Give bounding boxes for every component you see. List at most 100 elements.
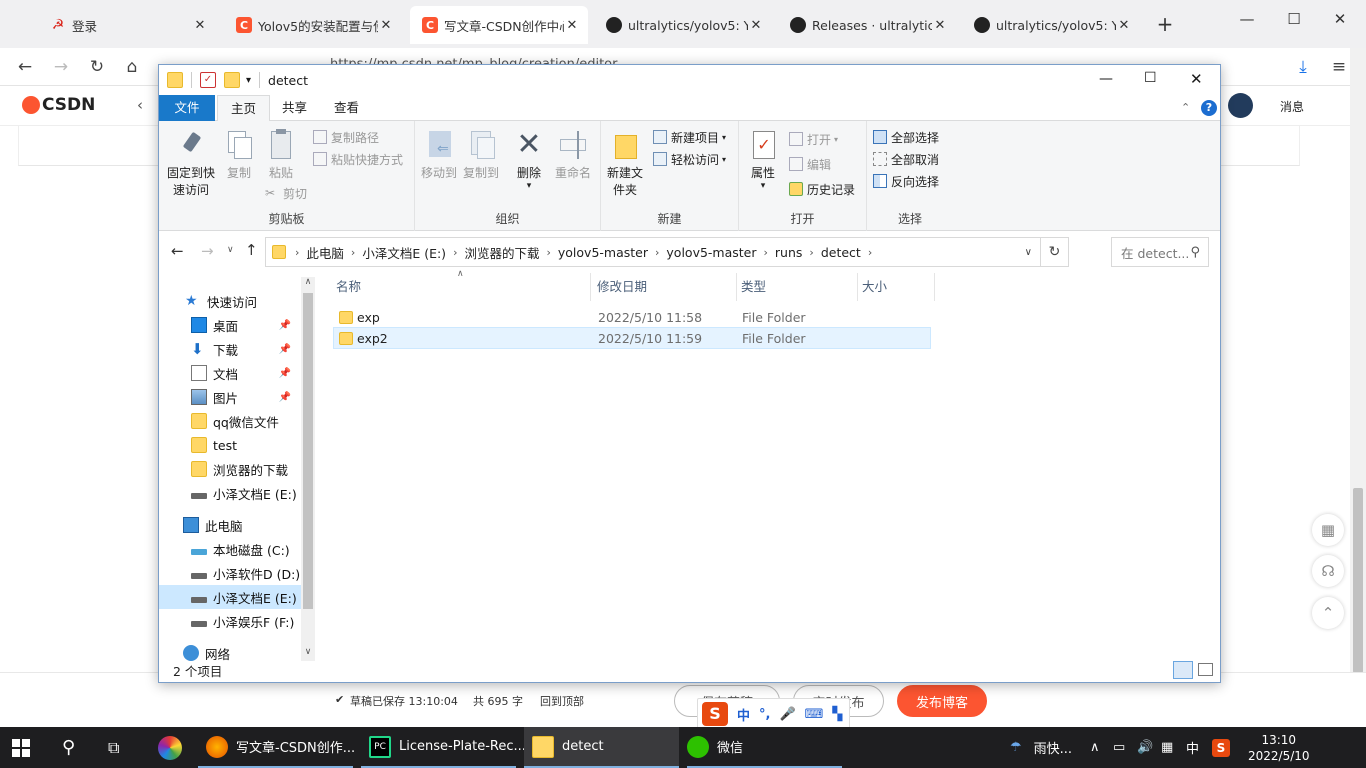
scroll-up-icon[interactable]: ∧ [301,277,315,291]
nav-item-folder[interactable]: 浏览器的下载 [191,457,288,481]
copy-to-button[interactable]: 复制到 [461,129,501,182]
collapse-icon[interactable]: ‹ [137,96,143,114]
ime-mode[interactable]: 中 [737,705,750,724]
nav-item-drive[interactable]: 小泽文档E (E:) [191,481,297,505]
close-tab-icon[interactable]: ✕ [932,18,948,33]
history-button[interactable]: 历史记录 [789,179,855,199]
taskbar-pycharm[interactable]: PC License-Plate-Rec... [361,727,526,768]
properties-button[interactable]: ✓ 属性 ▾ [745,129,781,191]
easy-access-button[interactable]: 轻松访问 ▾ [653,149,726,169]
new-tab-button[interactable]: + [1150,12,1180,36]
ime-indicator[interactable]: 中 [1186,727,1199,768]
maximize-icon[interactable]: ☐ [1279,10,1309,28]
copy-button[interactable]: 复制 [221,129,257,182]
taskbar-firefox[interactable]: 写文章-CSDN创作... [198,727,355,768]
publish-button[interactable]: 发布博客 [897,685,987,717]
browser-tab[interactable]: C Yolov5的安装配置与使用 ✕ [224,6,402,44]
breadcrumb-item[interactable]: yolov5-master [558,245,648,260]
paste-shortcut-button[interactable]: 粘贴快捷方式 [313,149,403,169]
battery-icon[interactable]: ▭ [1113,727,1125,768]
home-icon[interactable]: ⌂ [119,54,145,80]
tab-file[interactable]: 文件 [159,95,215,121]
reload-icon[interactable]: ↻ [84,54,110,80]
search-input[interactable]: 在 detect... [1121,243,1189,262]
browser-tab[interactable]: ultralytics/yolov5: YOLO ✕ [594,6,772,44]
refresh-icon[interactable]: ↻ [1040,238,1068,266]
start-button[interactable] [12,727,30,768]
address-dropdown-icon[interactable]: ∨ [1025,247,1032,258]
column-header-date[interactable]: 修改日期 [594,273,737,301]
breadcrumb-item[interactable]: 小泽文档E (E:) [362,243,446,262]
nav-item-drive[interactable]: 小泽娱乐F (F:) [191,609,294,633]
volume-icon[interactable]: 🔊 [1137,727,1153,768]
menu-icon[interactable]: ≡ [1326,54,1352,80]
browser-tab[interactable]: Releases · ultralytics/yolo ✕ [778,6,956,44]
properties-check-icon[interactable]: ✓ [200,72,216,88]
ime-punct[interactable]: °, [759,707,770,722]
close-tab-icon[interactable]: ✕ [748,18,764,33]
avatar[interactable] [1228,93,1253,118]
recent-locations-icon[interactable]: ∨ [227,245,234,255]
quick-access-dropdown-icon[interactable]: ▾ [246,75,251,86]
tray-expand-icon[interactable]: ∧ [1090,727,1100,768]
column-header-type[interactable]: 类型 [738,273,858,301]
move-to-button[interactable]: ⇐ 移动到 [419,129,459,182]
new-folder-icon[interactable] [224,72,240,88]
microphone-icon[interactable]: 🎤 [779,707,795,722]
weather-widget[interactable]: ☂ 雨快... [1010,727,1072,768]
page-scrollbar[interactable] [1350,48,1366,727]
back-icon[interactable]: ← [12,54,38,80]
messages-link[interactable]: 消息 [1280,98,1304,115]
nav-item-downloads[interactable]: ⬇ 下载 📌 [191,337,299,361]
new-item-button[interactable]: 新建项目 ▾ [653,127,726,147]
select-all-button[interactable]: 全部选择 [873,127,939,147]
search-icon[interactable]: ⚲ [62,727,75,768]
clock[interactable]: 13:10 2022/5/10 [1248,727,1310,768]
browser-tab[interactable]: ☭ 登录 ✕ [38,6,216,44]
headset-icon[interactable]: ☊ [1312,555,1344,587]
network-icon[interactable]: ▦ [1161,727,1173,768]
forward-icon[interactable]: → [201,242,214,260]
back-to-top-link[interactable]: 回到顶部 [540,693,584,709]
search-box[interactable]: 在 detect... ⚲ [1111,237,1209,267]
column-header-size[interactable]: 大小 [859,273,935,301]
tab-view[interactable]: 查看 [321,95,372,121]
copy-path-button[interactable]: 复制路径 [313,127,379,147]
cut-button[interactable]: ✂ 剪切 [265,183,307,203]
close-window-icon[interactable]: ✕ [1325,10,1355,28]
breadcrumb-item[interactable]: detect [821,245,861,260]
select-none-button[interactable]: 全部取消 [873,149,939,169]
tab-share[interactable]: 共享 [269,95,320,121]
nav-item-drive[interactable]: 本地磁盘 (C:) [191,537,290,561]
minimize-icon[interactable]: — [1232,10,1262,28]
downloads-icon[interactable]: ⤓ [1290,54,1316,80]
close-tab-icon[interactable]: ✕ [1116,18,1132,33]
nav-item-documents[interactable]: 文档 📌 [191,361,299,385]
edit-button[interactable]: 编辑 [789,154,831,174]
tab-home[interactable]: 主页 [217,95,271,122]
back-icon[interactable]: ← [171,242,184,260]
scroll-thumb[interactable] [1353,488,1363,673]
column-header-name[interactable]: 名称 [333,273,591,301]
breadcrumb-item[interactable]: 此电脑 [306,243,344,262]
maximize-icon[interactable]: ☐ [1144,70,1157,86]
back-to-top-icon[interactable]: ⌃ [1312,597,1344,629]
nav-this-pc[interactable]: 此电脑 [183,513,243,537]
nav-item-desktop[interactable]: 桌面 📌 [191,313,299,337]
breadcrumb-item[interactable]: yolov5-master [666,245,756,260]
close-icon[interactable]: ✕ [1190,70,1203,88]
browser-tab[interactable]: ultralytics/yolov5: YOLO ✕ [962,6,1140,44]
paste-button[interactable]: 粘贴 [263,129,299,182]
scroll-thumb[interactable] [303,293,313,609]
browser-tab-active[interactable]: C 写文章-CSDN创作中心 ✕ [410,6,588,44]
details-view-icon[interactable] [1173,661,1193,679]
rename-button[interactable]: 重命名 [553,129,593,182]
nav-item-drive-selected[interactable]: 小泽文档E (E:) [159,585,301,609]
close-tab-icon[interactable]: ✕ [564,18,580,33]
taskbar-wechat[interactable]: 微信 [687,727,842,768]
breadcrumb-item[interactable]: runs [775,245,803,260]
close-tab-icon[interactable]: ✕ [192,18,208,33]
nav-item-folder[interactable]: qq微信文件 [191,409,279,433]
keyboard-icon[interactable]: ⌨ [805,707,824,722]
file-row-selected[interactable]: exp2 2022/5/10 11:59 File Folder [333,327,931,349]
